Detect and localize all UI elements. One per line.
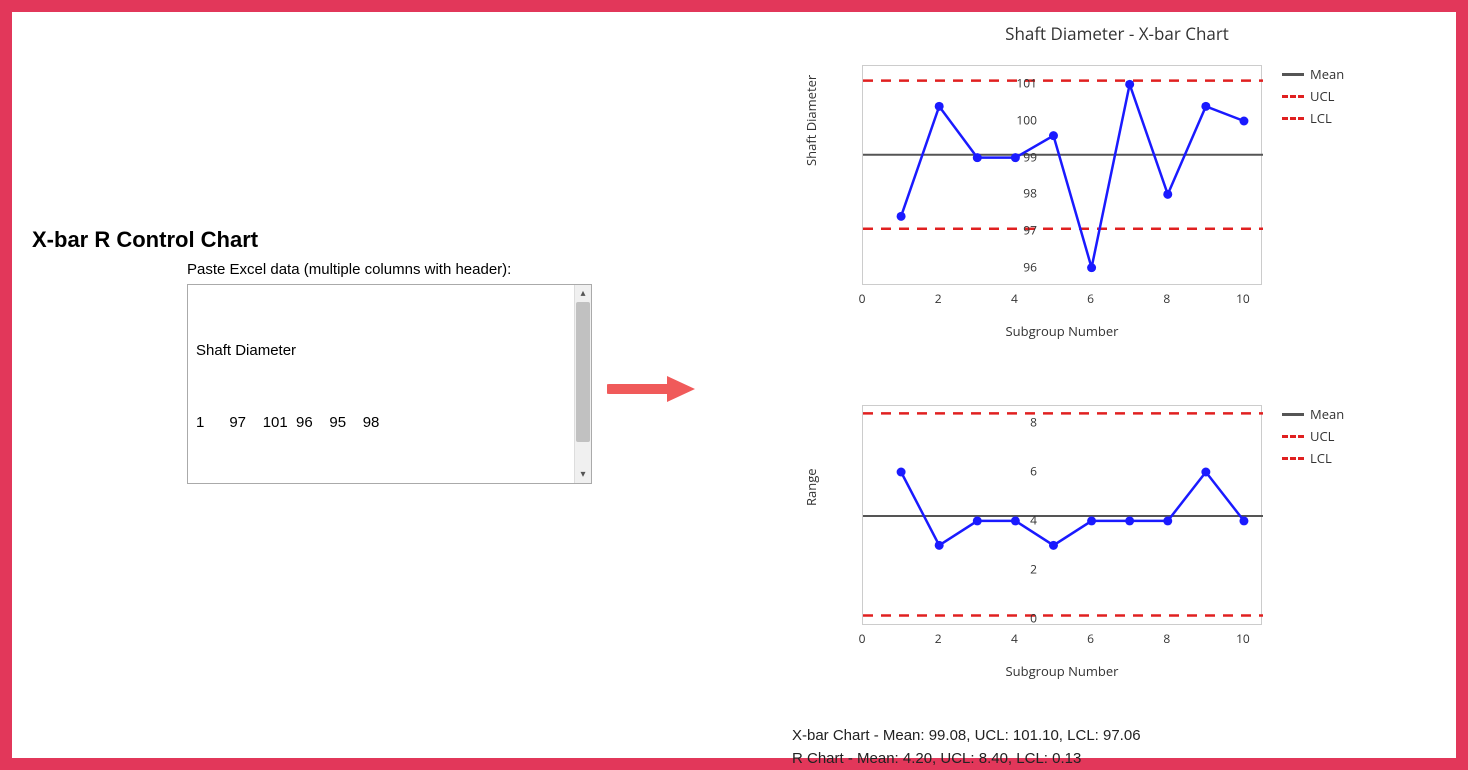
y-tick: 0 xyxy=(997,609,1037,626)
data-row: 1 97 101 96 95 98 xyxy=(196,411,583,435)
paste-label: Paste Excel data (multiple columns with … xyxy=(187,261,592,278)
y-tick: 100 xyxy=(997,112,1037,129)
y-axis-label: Shaft Diameter xyxy=(802,75,820,166)
chart-main-title: Shaft Diameter - X-bar Chart xyxy=(792,22,1442,45)
legend-swatch-mean xyxy=(1282,413,1304,416)
arrow-icon xyxy=(607,374,697,404)
x-tick: 2 xyxy=(935,290,942,307)
x-tick: 8 xyxy=(1163,630,1170,647)
xbar-chart: Shaft Diameter Subgroup Number Mean UCL … xyxy=(792,55,1442,355)
scrollbar[interactable]: ▴ ▾ xyxy=(574,285,591,483)
legend: Mean UCL LCL xyxy=(1282,65,1344,131)
x-tick: 10 xyxy=(1236,630,1250,647)
legend-swatch-lcl xyxy=(1282,117,1304,120)
scroll-down-icon[interactable]: ▾ xyxy=(575,466,591,483)
x-tick: 10 xyxy=(1236,290,1250,307)
data-row: 2 99 100 102 101 100 xyxy=(196,483,583,484)
data-header: Shaft Diameter xyxy=(196,339,583,363)
legend: Mean UCL LCL xyxy=(1282,405,1344,471)
legend-lcl: LCL xyxy=(1282,109,1344,127)
y-axis-label: Range xyxy=(802,468,820,506)
summary-xbar: X-bar Chart - Mean: 99.08, UCL: 101.10, … xyxy=(792,725,1442,748)
plot-area[interactable] xyxy=(862,405,1262,625)
data-textarea-content[interactable]: Shaft Diameter 1 97 101 96 95 98 2 99 10… xyxy=(188,285,591,484)
legend-ucl: UCL xyxy=(1282,427,1344,445)
data-textarea[interactable]: Shaft Diameter 1 97 101 96 95 98 2 99 10… xyxy=(187,284,592,484)
summary-block: X-bar Chart - Mean: 99.08, UCL: 101.10, … xyxy=(792,725,1442,770)
legend-lcl: LCL xyxy=(1282,449,1344,467)
scroll-up-icon[interactable]: ▴ xyxy=(575,285,591,302)
legend-swatch-ucl xyxy=(1282,435,1304,438)
legend-swatch-lcl xyxy=(1282,457,1304,460)
legend-mean: Mean xyxy=(1282,405,1344,423)
y-tick: 4 xyxy=(997,511,1037,528)
scroll-thumb[interactable] xyxy=(576,302,590,442)
y-tick: 99 xyxy=(997,148,1037,165)
x-axis-label: Subgroup Number xyxy=(862,662,1262,680)
right-panel: Shaft Diameter - X-bar Chart Shaft Diame… xyxy=(792,22,1442,770)
legend-swatch-mean xyxy=(1282,73,1304,76)
x-tick: 2 xyxy=(935,630,942,647)
y-tick: 6 xyxy=(997,463,1037,480)
x-tick: 4 xyxy=(1011,290,1018,307)
left-panel: X-bar R Control Chart Paste Excel data (… xyxy=(32,227,592,484)
plot-area[interactable] xyxy=(862,65,1262,285)
page-title: X-bar R Control Chart xyxy=(32,227,592,253)
y-tick: 101 xyxy=(997,75,1037,92)
y-tick: 8 xyxy=(997,414,1037,431)
r-chart: Range Subgroup Number Mean UCL LCL 0 2 4 6 8… xyxy=(792,395,1442,695)
legend-mean: Mean xyxy=(1282,65,1344,83)
x-tick: 6 xyxy=(1087,290,1094,307)
x-tick: 4 xyxy=(1011,630,1018,647)
x-axis-label: Subgroup Number xyxy=(862,322,1262,340)
y-tick: 98 xyxy=(997,185,1037,202)
legend-swatch-ucl xyxy=(1282,95,1304,98)
legend-ucl: UCL xyxy=(1282,87,1344,105)
x-tick: 0 xyxy=(859,290,866,307)
x-tick: 8 xyxy=(1163,290,1170,307)
y-tick: 96 xyxy=(997,258,1037,275)
y-tick: 2 xyxy=(997,560,1037,577)
summary-r: R Chart - Mean: 4.20, UCL: 8.40, LCL: 0.… xyxy=(792,748,1442,770)
x-tick: 6 xyxy=(1087,630,1094,647)
x-tick: 0 xyxy=(859,630,866,647)
y-tick: 97 xyxy=(997,222,1037,239)
page: X-bar R Control Chart Paste Excel data (… xyxy=(12,12,1456,758)
